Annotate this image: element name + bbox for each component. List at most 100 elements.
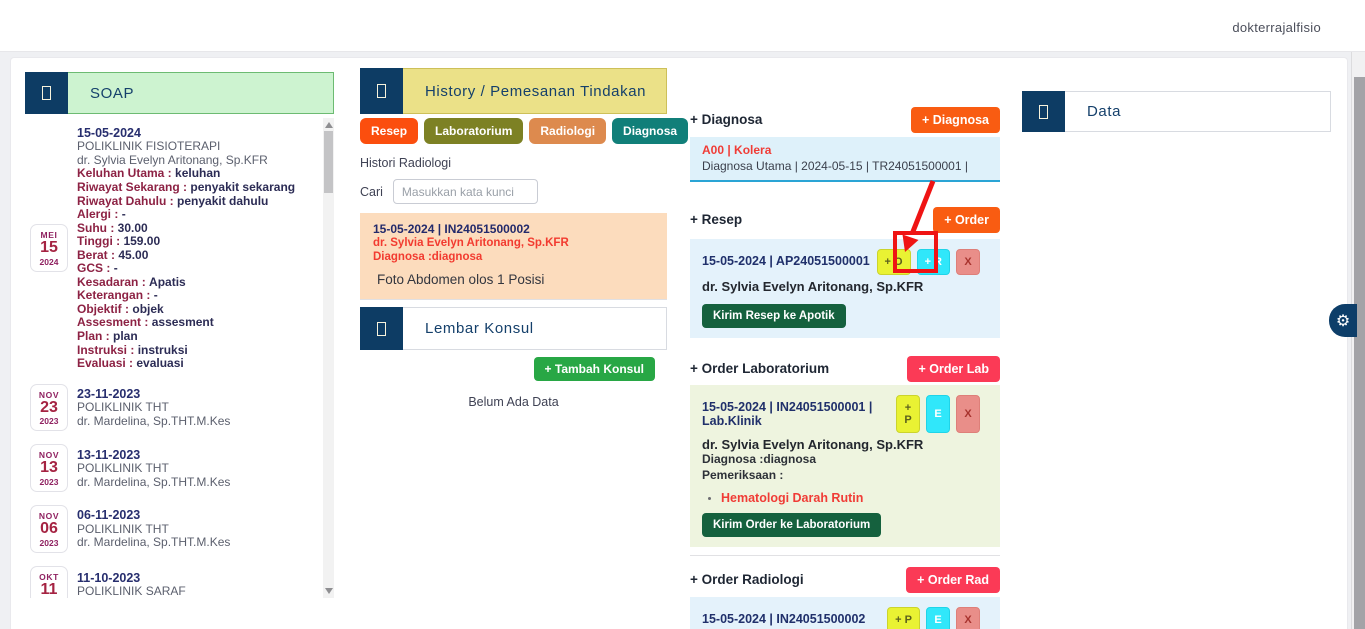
entry-clinic: POLIKLINIK FISIOTERAPI bbox=[77, 140, 295, 154]
badge-year: 2024 bbox=[31, 257, 67, 267]
soap-icon bbox=[42, 86, 51, 100]
timeline-entry[interactable]: NOV 23 2023 23-11-2023 POLIKLINIK THT dr… bbox=[30, 384, 316, 432]
gear-icon: ⚙ bbox=[1336, 311, 1350, 331]
radiology-card-doctor: dr. Sylvia Evelyn Aritonang, Sp.KFR bbox=[373, 236, 654, 250]
radiology-history-card[interactable]: 15-05-2024 | IN24051500002 dr. Sylvia Ev… bbox=[360, 213, 667, 299]
search-label: Cari bbox=[360, 185, 383, 199]
entry-date: 11-10-2023 bbox=[77, 571, 186, 585]
resep-add-obat-button[interactable]: + O bbox=[877, 249, 911, 275]
tab-radiologi[interactable]: Radiologi bbox=[529, 118, 606, 144]
rad-add-pemeriksaan-button[interactable]: + P bbox=[887, 607, 920, 629]
timeline-entry[interactable]: OKT 11 11-10-2023 POLIKLINIK SARAF bbox=[30, 566, 316, 598]
field-label: Plan : bbox=[77, 329, 110, 343]
field-label: GCS : bbox=[77, 261, 110, 275]
resep-delete-button[interactable]: X bbox=[956, 249, 980, 275]
entry-doctor: dr. Sylvia Evelyn Aritonang, Sp.KFR bbox=[77, 154, 295, 168]
soap-panel-title: SOAP bbox=[68, 72, 334, 114]
lab-add-pemeriksaan-button[interactable]: + P bbox=[896, 395, 920, 433]
date-badge: OKT 11 bbox=[30, 566, 68, 598]
entry-clinic: POLIKLINIK THT bbox=[77, 462, 230, 476]
page-scrollbar[interactable] bbox=[1351, 52, 1365, 629]
scroll-down-icon[interactable] bbox=[325, 588, 333, 594]
tab-laboratorium[interactable]: Laboratorium bbox=[424, 118, 523, 144]
rad-delete-button[interactable]: X bbox=[956, 607, 980, 629]
badge-year: 2023 bbox=[31, 477, 67, 487]
field-value: - bbox=[154, 288, 158, 302]
entry-clinic: POLIKLINIK THT bbox=[77, 523, 230, 537]
soap-timeline: MEI 15 2024 15-05-2024 POLIKLINIK FISIOT… bbox=[25, 118, 334, 598]
entry-doctor: dr. Mardelina, Sp.THT.M.Kes bbox=[77, 476, 230, 490]
konsul-panel-title: Lembar Konsul bbox=[403, 307, 667, 350]
rad-edit-button[interactable]: E bbox=[926, 607, 950, 629]
add-order-resep-button[interactable]: + Order bbox=[933, 207, 1000, 233]
field-value: 30.00 bbox=[118, 221, 148, 235]
field-value: Apatis bbox=[149, 275, 186, 289]
field-value: penyakit dahulu bbox=[177, 194, 268, 208]
entry-doctor: dr. Mardelina, Sp.THT.M.Kes bbox=[77, 536, 230, 550]
field-value: evaluasi bbox=[136, 356, 183, 370]
field-value: instruksi bbox=[138, 343, 188, 357]
resep-add-racikan-button[interactable]: + R bbox=[917, 249, 950, 275]
divider bbox=[360, 299, 667, 300]
badge-day: 23 bbox=[31, 400, 67, 417]
entry-clinic: POLIKLINIK SARAF bbox=[77, 585, 186, 598]
field-label: Tinggi : bbox=[77, 234, 120, 248]
konsul-panel-header: Lembar Konsul bbox=[360, 307, 667, 350]
tab-diagnosa[interactable]: Diagnosa bbox=[612, 118, 688, 144]
scrollbar-thumb[interactable] bbox=[324, 131, 333, 193]
soap-scrollbar[interactable] bbox=[323, 118, 334, 598]
konsul-empty-text: Belum Ada Data bbox=[360, 395, 667, 409]
settings-button[interactable]: ⚙ bbox=[1329, 304, 1357, 337]
field-label: Riwayat Dahulu : bbox=[77, 194, 174, 208]
rad-card-header: 15-05-2024 | IN24051500002 bbox=[702, 607, 865, 626]
field-label: Objektif : bbox=[77, 302, 129, 316]
divider bbox=[690, 555, 1000, 556]
field-label: Alergi : bbox=[77, 207, 118, 221]
badge-day: 06 bbox=[31, 521, 67, 538]
add-konsul-button[interactable]: + Tambah Konsul bbox=[534, 357, 655, 381]
resep-card-doctor: dr. Sylvia Evelyn Aritonang, Sp.KFR bbox=[702, 279, 988, 294]
resep-card: 15-05-2024 | AP24051500001 + O + R X dr.… bbox=[690, 239, 1000, 338]
data-panel-header: Data bbox=[1022, 91, 1331, 132]
entry-date: 23-11-2023 bbox=[77, 387, 230, 401]
konsul-icon bbox=[377, 322, 386, 336]
history-panel-header: History / Pemesanan Tindakan bbox=[360, 68, 667, 114]
field-value: assesment bbox=[152, 315, 214, 329]
timeline-entry[interactable]: NOV 13 2023 13-11-2023 POLIKLINIK THT dr… bbox=[30, 444, 316, 492]
soap-panel-header: SOAP bbox=[25, 72, 334, 114]
send-resep-button[interactable]: Kirim Resep ke Apotik bbox=[702, 304, 846, 328]
page-scrollbar-thumb[interactable] bbox=[1354, 77, 1365, 629]
add-diagnosa-button[interactable]: + Diagnosa bbox=[911, 107, 1000, 133]
data-panel-title: Data bbox=[1065, 91, 1331, 132]
search-input[interactable] bbox=[393, 179, 538, 204]
badge-day: 11 bbox=[31, 582, 67, 598]
entry-date: 15-05-2024 bbox=[77, 126, 295, 140]
diagnosa-card[interactable]: A00 | Kolera Diagnosa Utama | 2024-05-15… bbox=[690, 137, 1000, 182]
entry-doctor: dr. Mardelina, Sp.THT.M.Kes bbox=[77, 415, 230, 429]
logged-in-user[interactable]: dokterrajalfisio bbox=[1232, 20, 1321, 35]
entry-date: 06-11-2023 bbox=[77, 508, 230, 522]
add-order-rad-button[interactable]: + Order Rad bbox=[906, 567, 1000, 593]
date-badge: NOV 13 2023 bbox=[30, 444, 68, 492]
scroll-up-icon[interactable] bbox=[325, 122, 333, 128]
field-value: keluhan bbox=[175, 166, 220, 180]
field-value: 45.00 bbox=[118, 248, 148, 262]
lab-edit-button[interactable]: E bbox=[926, 395, 950, 433]
lab-delete-button[interactable]: X bbox=[956, 395, 980, 433]
history-icon bbox=[377, 84, 386, 98]
date-badge: NOV 06 2023 bbox=[30, 505, 68, 553]
radiology-card-header: 15-05-2024 | IN24051500002 bbox=[373, 222, 654, 236]
send-lab-order-button[interactable]: Kirim Order ke Laboratorium bbox=[702, 513, 881, 537]
radiology-card-procedure: Foto Abdomen olos 1 Posisi bbox=[373, 272, 654, 287]
timeline-entry[interactable]: MEI 15 2024 15-05-2024 POLIKLINIK FISIOT… bbox=[30, 126, 316, 371]
timeline-entry[interactable]: NOV 06 2023 06-11-2023 POLIKLINIK THT dr… bbox=[30, 505, 316, 553]
field-label: Evaluasi : bbox=[77, 356, 133, 370]
badge-day: 15 bbox=[31, 240, 67, 257]
add-order-lab-button[interactable]: + Order Lab bbox=[907, 356, 1000, 382]
entry-clinic: POLIKLINIK THT bbox=[77, 401, 230, 415]
lab-test-item: Hematologi Darah Rutin bbox=[721, 491, 863, 505]
tab-resep[interactable]: Resep bbox=[360, 118, 418, 144]
soap-panel-icon-box bbox=[25, 72, 68, 114]
field-label: Kesadaran : bbox=[77, 275, 146, 289]
lab-card-doctor: dr. Sylvia Evelyn Aritonang, Sp.KFR bbox=[702, 437, 988, 452]
